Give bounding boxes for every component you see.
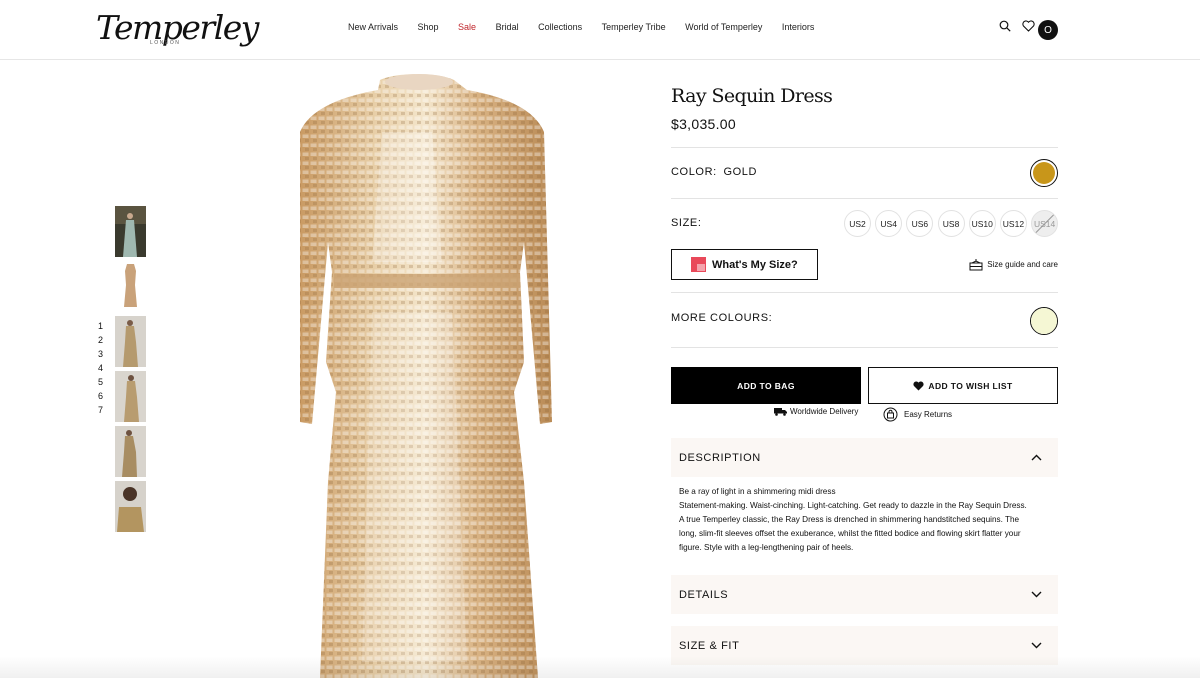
size-guide-label: Size guide and care (987, 260, 1058, 269)
chevron-down-icon (1031, 591, 1042, 598)
divider (671, 147, 1058, 148)
worldwide-delivery-label: Worldwide Delivery (790, 407, 858, 416)
size-option[interactable]: US10 (969, 210, 996, 237)
size-option[interactable]: US2 (844, 210, 871, 237)
size-advisor-icon (691, 257, 706, 272)
brand-logo-sub: LONDON (150, 40, 180, 46)
avatar[interactable]: O (1038, 20, 1058, 40)
size-guide-link[interactable]: Size guide and care (969, 258, 1058, 271)
description-line: long, slim-fit sleeves offset the exuber… (679, 527, 1059, 541)
color-label: COLOR: (671, 166, 717, 178)
thumbnail-strip (115, 206, 146, 536)
accordion-description-title: DESCRIPTION (679, 452, 761, 464)
product-description: Be a ray of light in a shimmering midi d… (679, 485, 1059, 555)
nav-temperley-tribe[interactable]: Temperley Tribe (602, 22, 666, 32)
nav-bridal[interactable]: Bridal (496, 22, 519, 32)
color-swatch-fill (1031, 308, 1057, 334)
chevron-down-icon (1031, 642, 1042, 649)
more-colours-label: MORE COLOURS: (671, 312, 772, 324)
image-index-2[interactable]: 2 (98, 335, 103, 345)
returns-icon (883, 407, 898, 422)
image-index-7[interactable]: 7 (98, 405, 103, 415)
size-option[interactable]: US12 (1000, 210, 1027, 237)
add-to-wishlist-button[interactable]: ADD TO WISH LIST (868, 367, 1058, 404)
accordion-details[interactable]: DETAILS (671, 575, 1058, 614)
description-line: A true Temperley classic, the Ray Dress … (679, 513, 1059, 527)
thumbnail-1[interactable] (115, 206, 146, 257)
nav-shop[interactable]: Shop (418, 22, 439, 32)
chevron-up-icon (1031, 454, 1042, 461)
size-option[interactable]: US6 (906, 210, 933, 237)
color-value: GOLD (723, 166, 757, 178)
size-guide-icon (969, 258, 983, 271)
size-option-unavailable[interactable]: US14 (1031, 210, 1058, 237)
nav-interiors[interactable]: Interiors (782, 22, 815, 32)
image-index-4[interactable]: 4 (98, 363, 103, 373)
whats-my-size-button[interactable]: What's My Size? (671, 249, 818, 280)
brand-logo[interactable]: Temperley LONDON (96, 8, 206, 52)
easy-returns: Easy Returns (883, 407, 952, 422)
product-price: $3,035.00 (671, 116, 736, 132)
description-line: figure. Style with a leg-lengthening pai… (679, 541, 1059, 555)
nav-world-of-temperley[interactable]: World of Temperley (685, 22, 762, 32)
divider (671, 292, 1058, 293)
thumbnail-4[interactable] (115, 371, 146, 422)
image-index-1[interactable]: 1 (98, 321, 103, 331)
description-line: Be a ray of light in a shimmering midi d… (679, 485, 1059, 499)
add-to-bag-button[interactable]: ADD TO BAG (671, 367, 861, 404)
main-product-image[interactable] (262, 62, 578, 678)
truck-icon (774, 407, 787, 416)
color-swatch-gold[interactable] (1030, 159, 1058, 187)
color-swatch-fill (1033, 162, 1055, 184)
accordion-description[interactable]: DESCRIPTION (671, 438, 1058, 477)
nav-collections[interactable]: Collections (538, 22, 582, 32)
size-label: SIZE: (671, 217, 702, 229)
image-index-5[interactable]: 5 (98, 377, 103, 387)
accordion-size-fit[interactable]: SIZE & FIT (671, 626, 1058, 665)
worldwide-delivery: Worldwide Delivery (774, 407, 858, 416)
heart-icon (913, 381, 924, 391)
color-row: COLOR: GOLD (671, 166, 757, 178)
whats-my-size-label: What's My Size? (712, 259, 798, 271)
main-nav: New Arrivals Shop Sale Bridal Collection… (348, 22, 834, 32)
divider (671, 347, 1058, 348)
size-option[interactable]: US4 (875, 210, 902, 237)
easy-returns-label: Easy Returns (904, 410, 952, 419)
thumbnail-2[interactable] (115, 261, 146, 312)
size-selector: US2 US4 US6 US8 US10 US12 US14 (844, 210, 1062, 237)
search-icon[interactable] (998, 19, 1012, 33)
accordion-size-fit-title: SIZE & FIT (679, 640, 739, 652)
nav-new-arrivals[interactable]: New Arrivals (348, 22, 398, 32)
thumbnail-3[interactable] (115, 316, 146, 367)
product-title: Ray Sequin Dress (671, 85, 832, 107)
description-line: Statement-making. Waist-cinching. Light-… (679, 499, 1059, 513)
divider (671, 198, 1058, 199)
site-header: Temperley LONDON New Arrivals Shop Sale … (0, 0, 1200, 60)
thumbnail-6[interactable] (115, 481, 146, 532)
nav-sale[interactable]: Sale (458, 22, 476, 32)
color-swatch-alternate[interactable] (1030, 307, 1058, 335)
image-index-6[interactable]: 6 (98, 391, 103, 401)
size-option[interactable]: US8 (938, 210, 965, 237)
accordion-details-title: DETAILS (679, 589, 728, 601)
image-index-3[interactable]: 3 (98, 349, 103, 359)
add-to-wishlist-label: ADD TO WISH LIST (928, 381, 1012, 391)
thumbnail-5[interactable] (115, 426, 146, 477)
heart-icon[interactable] (1021, 19, 1035, 33)
